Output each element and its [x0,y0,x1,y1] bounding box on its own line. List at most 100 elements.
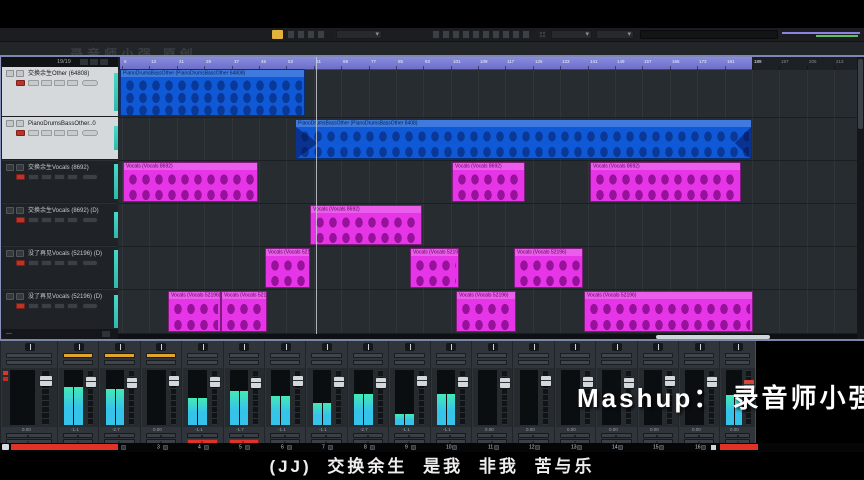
track-control-wide-button[interactable] [82,80,98,86]
track-control-button[interactable] [54,80,65,86]
filter-tracks-icon[interactable] [90,59,98,65]
channel-function-button[interactable] [477,433,507,438]
channel-button[interactable] [684,360,714,365]
vertical-scrollbar[interactable] [857,57,864,340]
track-control-button[interactable] [41,130,52,136]
channel-function-button[interactable] [560,433,590,438]
grid-type-dropdown[interactable]: ▾ [551,30,592,39]
audio-clip[interactable]: PianoDrumsBassOther (PianoDrumsBassOther… [295,119,752,160]
master-icon[interactable] [711,445,716,450]
object-select-icon[interactable] [432,30,440,39]
channel-function-button[interactable] [436,433,466,438]
channel-button[interactable] [477,360,507,365]
channel-button[interactable] [311,353,341,358]
color-tool-icon[interactable] [522,30,530,39]
project-folder-icon[interactable] [287,30,295,39]
playhead-cursor[interactable] [316,57,317,334]
audio-clip[interactable]: Vocals (Vocals 52196) [168,291,221,332]
audio-clip[interactable]: PianoDrumsBassOther (PianoDrumsBassOther… [120,69,305,116]
pan-knob[interactable] [612,343,622,351]
open-folder-icon[interactable] [80,59,88,65]
pan-knob[interactable] [488,343,498,351]
track-control-button[interactable] [54,217,65,223]
track-control-button[interactable] [67,130,78,136]
pan-knob[interactable] [322,343,332,351]
pan-knob[interactable] [529,343,539,351]
pan-knob[interactable] [695,343,705,351]
fader-handle[interactable] [210,377,220,387]
track-control-button[interactable] [28,217,39,223]
channel-button[interactable] [643,360,673,365]
channel-button[interactable] [229,353,259,358]
fader-handle[interactable] [376,378,386,388]
play-tool-icon[interactable] [512,30,520,39]
mute-button[interactable] [6,250,14,257]
pan-knob[interactable] [733,343,743,351]
vertical-scrollbar-thumb[interactable] [858,59,863,129]
channel-function-button[interactable] [684,433,714,438]
channel-function-button[interactable] [229,433,259,438]
tool-dropdown[interactable]: ▾ [336,30,382,39]
pan-knob[interactable] [653,343,663,351]
channel-function-button[interactable] [311,433,341,438]
track-list-settings-icon[interactable] [100,59,108,65]
pan-knob[interactable] [446,343,456,351]
track-control-wide-button[interactable] [82,260,98,266]
audio-clip[interactable]: Vocals (Vocals 52196) [456,291,516,332]
pan-knob[interactable] [570,343,580,351]
track-control-wide-button[interactable] [82,174,98,180]
channel-button[interactable] [270,353,300,358]
solo-button[interactable] [16,70,24,77]
channel-button[interactable] [229,360,259,365]
channel-button[interactable] [725,360,750,365]
channel-button[interactable] [560,353,590,358]
audio-clip[interactable]: Vocals (Vocals 52196) [410,248,459,289]
channel-function-button[interactable] [353,433,383,438]
track-header-4[interactable]: 交换余生Vocals (8692) (D) [2,203,119,246]
solo-button[interactable] [16,207,24,214]
channel-function-button[interactable] [394,433,424,438]
channel-function-button[interactable] [518,433,548,438]
track-control-button[interactable] [67,174,78,180]
setup-toolbar-icon[interactable] [297,30,305,39]
fader-handle[interactable] [500,378,510,388]
channel-button[interactable] [394,353,424,358]
channel-button[interactable] [353,353,383,358]
pan-knob[interactable] [281,343,291,351]
channel-function-button[interactable] [643,433,673,438]
track-control-button[interactable] [54,130,65,136]
mute-button[interactable] [6,164,14,171]
track-header-1[interactable]: 交换余生Other (64808) [2,67,119,116]
track-control-button[interactable] [41,303,52,309]
mute-tool-icon[interactable] [492,30,500,39]
audio-clip[interactable]: Vocals (Vocals 8692) [590,162,741,203]
audio-clip[interactable]: Vocals (Vocals 52196) [584,291,753,332]
record-arm-button[interactable] [16,260,25,266]
grid-icon[interactable] [538,30,547,39]
track-control-button[interactable] [28,80,39,86]
fader-handle[interactable] [417,376,427,386]
record-arm-button[interactable] [16,174,25,180]
mute-button[interactable] [6,70,14,77]
channel-button[interactable] [477,353,507,358]
automation-icon[interactable] [307,30,315,39]
pan-knob[interactable] [25,343,35,351]
channel-button[interactable] [311,360,341,365]
track-control-button[interactable] [28,260,39,266]
channel-button[interactable] [6,360,52,365]
audio-clip[interactable]: Vocals (Vocals 8692) [452,162,525,203]
audio-clip[interactable]: Vocals (Vocals 8692) [310,205,422,246]
auto-read-icon[interactable] [317,30,325,39]
audio-clip[interactable]: Vocals (Vocals 52196) [514,248,583,289]
channel-button[interactable] [353,360,383,365]
record-arm-button[interactable] [16,303,25,309]
pan-knob[interactable] [115,343,125,351]
channel-button[interactable] [601,353,631,358]
channel-button[interactable] [725,353,750,358]
channel-button[interactable] [187,360,217,365]
split-icon[interactable] [452,30,460,39]
channel-button[interactable] [643,353,673,358]
mute-button[interactable] [6,293,14,300]
fader-handle[interactable] [86,377,96,387]
glue-icon[interactable] [462,30,470,39]
